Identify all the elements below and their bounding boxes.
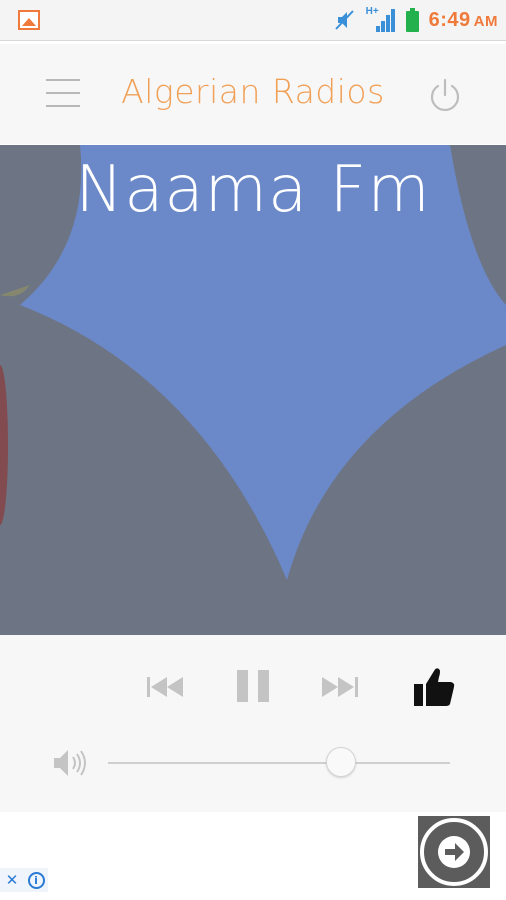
- ad-action-button[interactable]: [418, 816, 490, 888]
- next-icon[interactable]: [320, 675, 358, 699]
- signal-icon: H+: [366, 6, 396, 34]
- power-icon[interactable]: [426, 76, 464, 114]
- mute-icon: [334, 10, 354, 30]
- ad-banner[interactable]: ✕ i: [0, 812, 506, 900]
- thumbs-up-icon[interactable]: [414, 667, 456, 707]
- gallery-icon: [18, 10, 40, 30]
- previous-icon[interactable]: [147, 675, 185, 699]
- volume-slider-track[interactable]: [108, 762, 450, 764]
- station-artwork: Naama Fm: [0, 145, 506, 635]
- station-name: Naama Fm: [75, 153, 431, 227]
- info-icon: i: [27, 871, 45, 889]
- volume-icon[interactable]: [52, 747, 88, 779]
- app-bar: Algerian Radios: [0, 44, 506, 144]
- status-icons: H+ 6:49 AM: [334, 4, 498, 36]
- volume-slider-thumb[interactable]: [325, 747, 356, 777]
- player-controls: [0, 635, 506, 812]
- status-bar: H+ 6:49 AM: [0, 0, 506, 41]
- arrow-right-icon: [420, 818, 488, 886]
- ad-info-button[interactable]: i: [24, 868, 48, 892]
- battery-icon: [405, 8, 419, 32]
- pause-icon[interactable]: [235, 668, 271, 704]
- clock: 6:49 AM: [428, 8, 498, 31]
- ad-choices: ✕ i: [0, 868, 48, 892]
- ad-close-button[interactable]: ✕: [0, 868, 24, 892]
